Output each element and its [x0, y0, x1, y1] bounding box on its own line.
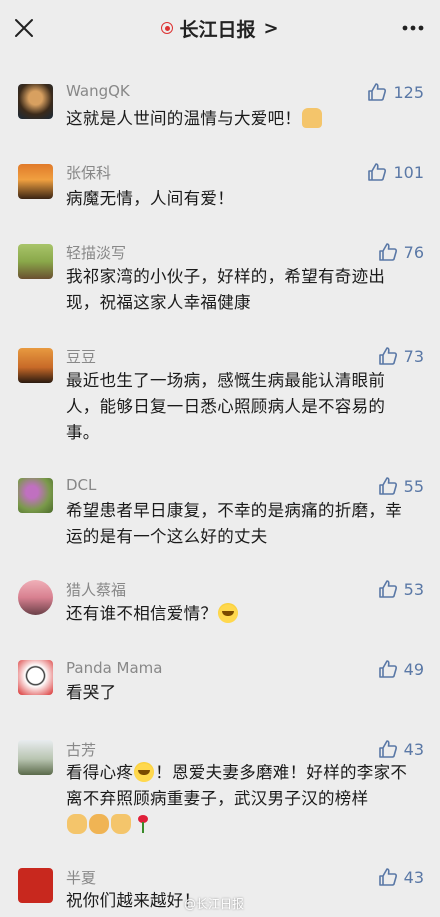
- comment-author[interactable]: DCL: [66, 476, 96, 494]
- watermark: @长江日报: [184, 897, 245, 911]
- thumbs-up-icon: [368, 163, 387, 181]
- comment-text: 病魔无情，人间有爱！: [66, 189, 234, 208]
- thumbs-up-icon: [378, 580, 397, 598]
- avatar[interactable]: [18, 580, 53, 615]
- like-count: 53: [403, 579, 424, 599]
- like-button[interactable]: 53: [378, 579, 424, 599]
- like-count: 73: [403, 346, 424, 366]
- comment-author[interactable]: 半夏: [66, 867, 96, 888]
- avatar[interactable]: [18, 84, 53, 119]
- thumbs-up-icon: [378, 740, 397, 758]
- like-button[interactable]: 125: [367, 82, 424, 102]
- like-button[interactable]: 49: [378, 659, 424, 679]
- account-badge-icon: [161, 22, 174, 34]
- like-count: 43: [403, 867, 424, 887]
- like-count: 55: [403, 476, 424, 496]
- like-button[interactable]: 43: [378, 739, 424, 759]
- comment-text: 希望患者早日康复，不幸的是病痛的折磨，幸运的是有一个这么好的丈夫: [66, 501, 402, 546]
- like-count: 49: [403, 659, 424, 679]
- avatar[interactable]: [18, 660, 53, 695]
- comment-author[interactable]: WangQK: [66, 82, 130, 100]
- fist-icon: [89, 814, 109, 834]
- like-count: 76: [403, 242, 424, 262]
- avatar[interactable]: [18, 868, 53, 903]
- like-count: 43: [403, 739, 424, 759]
- thumbs-up-icon: [378, 868, 397, 886]
- thumbs-up-icon: [378, 477, 397, 495]
- thumbs-up-icon: [378, 660, 397, 678]
- rose-icon: [133, 814, 153, 834]
- thumbs-up-icon: [378, 243, 397, 261]
- avatar[interactable]: [18, 740, 53, 775]
- like-button[interactable]: 55: [378, 476, 424, 496]
- comment-author[interactable]: 轻描淡写: [66, 242, 126, 263]
- thumbs-up-icon: [378, 347, 397, 365]
- avatar[interactable]: [18, 348, 53, 383]
- close-icon: [15, 19, 33, 37]
- like-button[interactable]: 43: [378, 867, 424, 887]
- close-button[interactable]: [10, 14, 38, 42]
- avatar[interactable]: [18, 478, 53, 513]
- comment-author[interactable]: 豆豆: [66, 346, 96, 367]
- comment-text: 这就是人世间的温情与大爱吧！: [66, 106, 412, 132]
- like-button[interactable]: 76: [378, 242, 424, 262]
- crying-face-icon: [218, 603, 239, 623]
- comment-text: 还有谁不相信爱情？: [66, 601, 412, 627]
- top-bar: 长江日报 >: [0, 0, 440, 56]
- avatar[interactable]: [18, 164, 53, 199]
- like-button[interactable]: 101: [367, 162, 424, 182]
- crying-face-icon: [134, 762, 155, 782]
- comment-text: 最近也生了一场病，感慨生病最能认清眼前人，能够日复一日悉心照顾病人是不容易的事。: [66, 371, 386, 442]
- thumbs-up-icon: [368, 83, 387, 101]
- more-icon: [402, 25, 424, 31]
- chevron-right-icon: >: [263, 17, 279, 39]
- pray-hands-icon: [302, 108, 323, 128]
- like-count: 101: [393, 162, 424, 182]
- comment-author[interactable]: 张保科: [66, 162, 111, 183]
- comment-text: 看哭了: [66, 683, 117, 702]
- like-count: 125: [393, 82, 424, 102]
- thumbs-up-emoji-icon: [67, 814, 87, 834]
- avatar[interactable]: [18, 244, 53, 279]
- like-button[interactable]: 73: [378, 346, 424, 366]
- account-title-link[interactable]: 长江日报 >: [161, 15, 279, 42]
- account-title: 长江日报: [179, 18, 256, 41]
- comment-author[interactable]: Panda Mama: [66, 659, 163, 677]
- comment-text: 看得心疼 ！恩爱夫妻多磨难！好样的李家不离不弃照顾病重妻子，武汉男子汉的榜样: [66, 760, 412, 838]
- comment-text: 我祁家湾的小伙子，好样的，希望有奇迹出现，祝福这家人幸福健康: [66, 267, 386, 312]
- comment-author[interactable]: 古芳: [66, 739, 96, 760]
- victory-hand-icon: [111, 814, 131, 834]
- more-button[interactable]: [398, 14, 428, 42]
- comment-author[interactable]: 猎人蔡福: [66, 579, 126, 600]
